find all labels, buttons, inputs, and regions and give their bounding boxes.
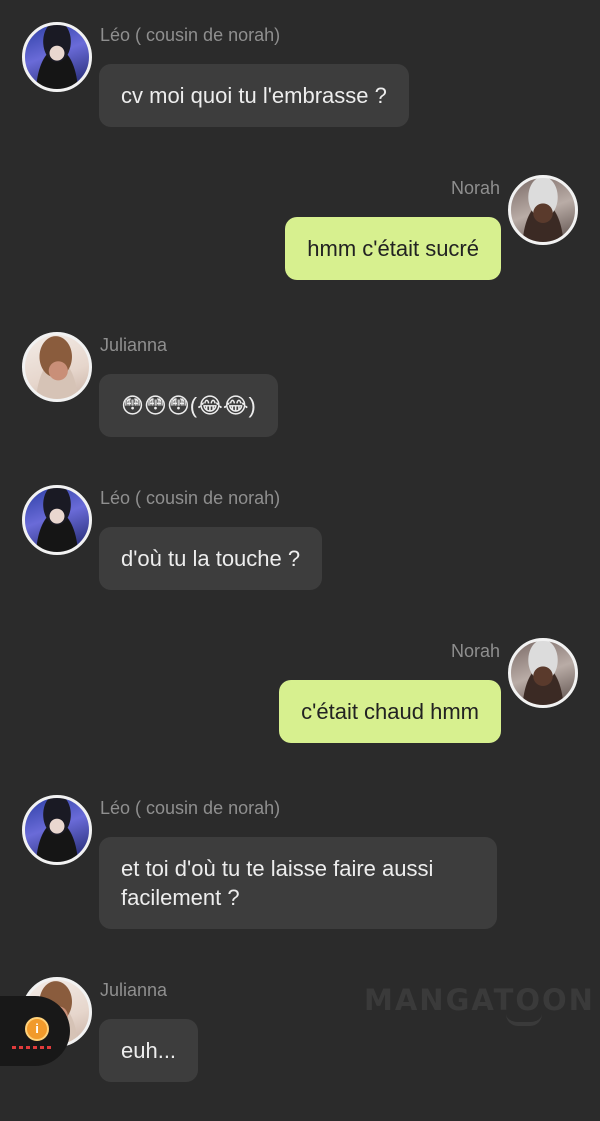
watermark-smile-icon [506,1014,542,1026]
message-bubble: et toi d'où tu te laisse faire aussi fac… [99,837,497,929]
sender-name: Norah [450,178,500,198]
message-bubble: 😳😳😳(😂😂) [99,374,278,437]
message-bubble: c'était chaud hmm [279,680,501,743]
avatar-norah[interactable] [508,175,578,245]
message-bubble: hmm c'était sucré [285,217,501,280]
sender-name: Léo ( cousin de norah) [100,488,281,508]
info-icon[interactable]: i [25,1017,49,1041]
message-bubble: cv moi quoi tu l'embrasse ? [99,64,409,127]
avatar-leo[interactable] [22,795,92,865]
avatar-julianna[interactable] [22,332,92,402]
avatar-leo[interactable] [22,485,92,555]
chat-screen: Léo ( cousin de norah) cv moi quoi tu l'… [0,0,600,1121]
mangatoon-watermark: MANGATOON [364,983,595,1017]
sender-name: Norah [450,641,500,661]
avatar-norah[interactable] [508,638,578,708]
sender-name: Julianna [100,980,168,1000]
message-bubble: d'où tu la touche ? [99,527,323,590]
sender-name: Léo ( cousin de norah) [100,798,281,818]
sender-name: Julianna [100,335,168,355]
waveform-icon [12,1046,52,1049]
floating-widget[interactable]: i [0,996,70,1066]
message-bubble: euh... [99,1019,199,1082]
avatar-leo[interactable] [22,22,92,92]
sender-name: Léo ( cousin de norah) [100,25,281,45]
